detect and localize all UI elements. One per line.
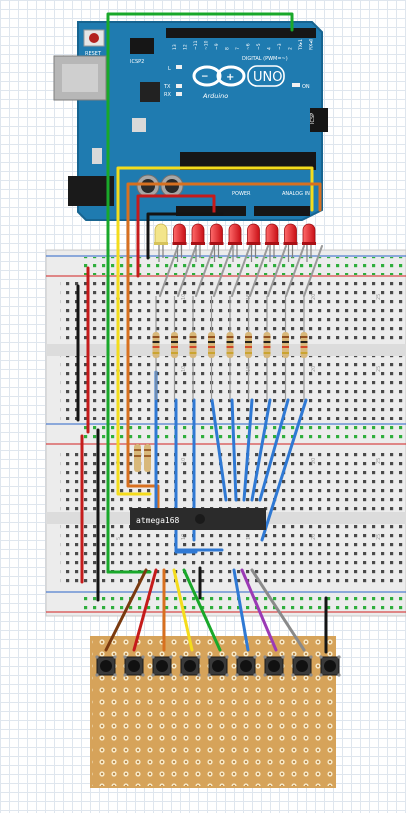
breadboard-row-number: 10 (181, 294, 187, 300)
pushbutton-icon[interactable] (291, 655, 313, 677)
digital-pin-label: RX◂0 (309, 39, 315, 50)
tx-led-label: TX (163, 84, 171, 90)
breadboard-row-number: 25 (376, 458, 382, 464)
digital-pin-label: ~6 (246, 43, 252, 50)
icsp-label: ICSP (310, 113, 316, 124)
digital-pin-label: TX▸1 (298, 39, 304, 51)
pushbutton-icon[interactable] (151, 655, 173, 677)
pushbutton-icon[interactable] (235, 655, 257, 677)
icsp2-label: ICSP2 (130, 59, 144, 65)
circuit-diagram: RESET ICSP2 13 12 ~11 ~10 ~9 8 7 ~6 ~5 4 ~3 2 TX▸1 RX… (45, 12, 406, 788)
pushbutton-icon[interactable] (263, 655, 285, 677)
svg-text:+: + (226, 72, 234, 83)
breadboard-row-number: 25 (376, 534, 382, 540)
digital-pin-label: 13 (172, 44, 178, 50)
breadboard: 555510101010151515152020202025252525 (45, 249, 406, 617)
breadboard-row-number: 10 (181, 366, 187, 372)
breadboard-row-number: 20 (311, 458, 317, 464)
digital-pin-label: 4 (267, 47, 273, 50)
breadboard-row-number: 5 (116, 537, 122, 540)
digital-pin-label: 12 (183, 44, 189, 50)
svg-text:−: − (201, 72, 209, 82)
digital-pin-label: ~5 (256, 43, 262, 50)
breadboard-row-number: 10 (181, 458, 187, 464)
digital-pin-label: ~3 (277, 43, 283, 50)
digital-pin-label: 8 (225, 47, 231, 50)
analog-header (254, 206, 310, 216)
icsp2-header (130, 38, 154, 54)
pushbutton-icon[interactable] (95, 655, 117, 677)
rx-led-label: RX (164, 92, 171, 98)
pushbutton-icon[interactable] (179, 655, 201, 677)
breadboard-row-number: 25 (376, 366, 382, 372)
analog-label: ANALOG IN (282, 191, 310, 197)
pushbutton-icon[interactable] (319, 655, 341, 677)
brand-name: Arduino (202, 92, 228, 100)
breadboard-row-number: 20 (311, 294, 317, 300)
breadboard-row-number: 20 (311, 366, 317, 372)
resistor-icon (144, 444, 151, 472)
pushbutton-row (95, 655, 341, 677)
on-label: ON (302, 84, 310, 90)
breadboard-row-number: 15 (246, 534, 252, 540)
digital-pin-label: 7 (235, 47, 241, 50)
resistor-icon (134, 444, 141, 472)
chip-label: atmega168 (136, 516, 180, 525)
reset-label: RESET (85, 51, 102, 57)
arduino-uno-board: RESET ICSP2 13 12 ~11 ~10 ~9 8 7 ~6 ~5 4 ~3 2 TX▸1 RX… (53, 21, 328, 221)
digital-pin-label: ~9 (214, 43, 220, 50)
pushbutton-icon[interactable] (123, 655, 145, 677)
digital-pin-label: ~11 (193, 40, 199, 50)
digital-pin-label: ~10 (204, 40, 210, 50)
power-label: POWER (232, 191, 251, 197)
model-name: UNO (253, 70, 282, 85)
digital-label: DIGITAL (PWM=~) (242, 56, 288, 62)
breadboard-row-number: 20 (311, 534, 317, 540)
usb-chip (140, 82, 160, 102)
chip-icon: atmega168 (130, 508, 266, 530)
breadboard-row-number: 10 (181, 534, 187, 540)
digital-pin-label: 2 (288, 47, 294, 50)
pushbutton-icon[interactable] (207, 655, 229, 677)
breadboard-row-number: 25 (376, 294, 382, 300)
l-led-label: L (168, 66, 171, 72)
